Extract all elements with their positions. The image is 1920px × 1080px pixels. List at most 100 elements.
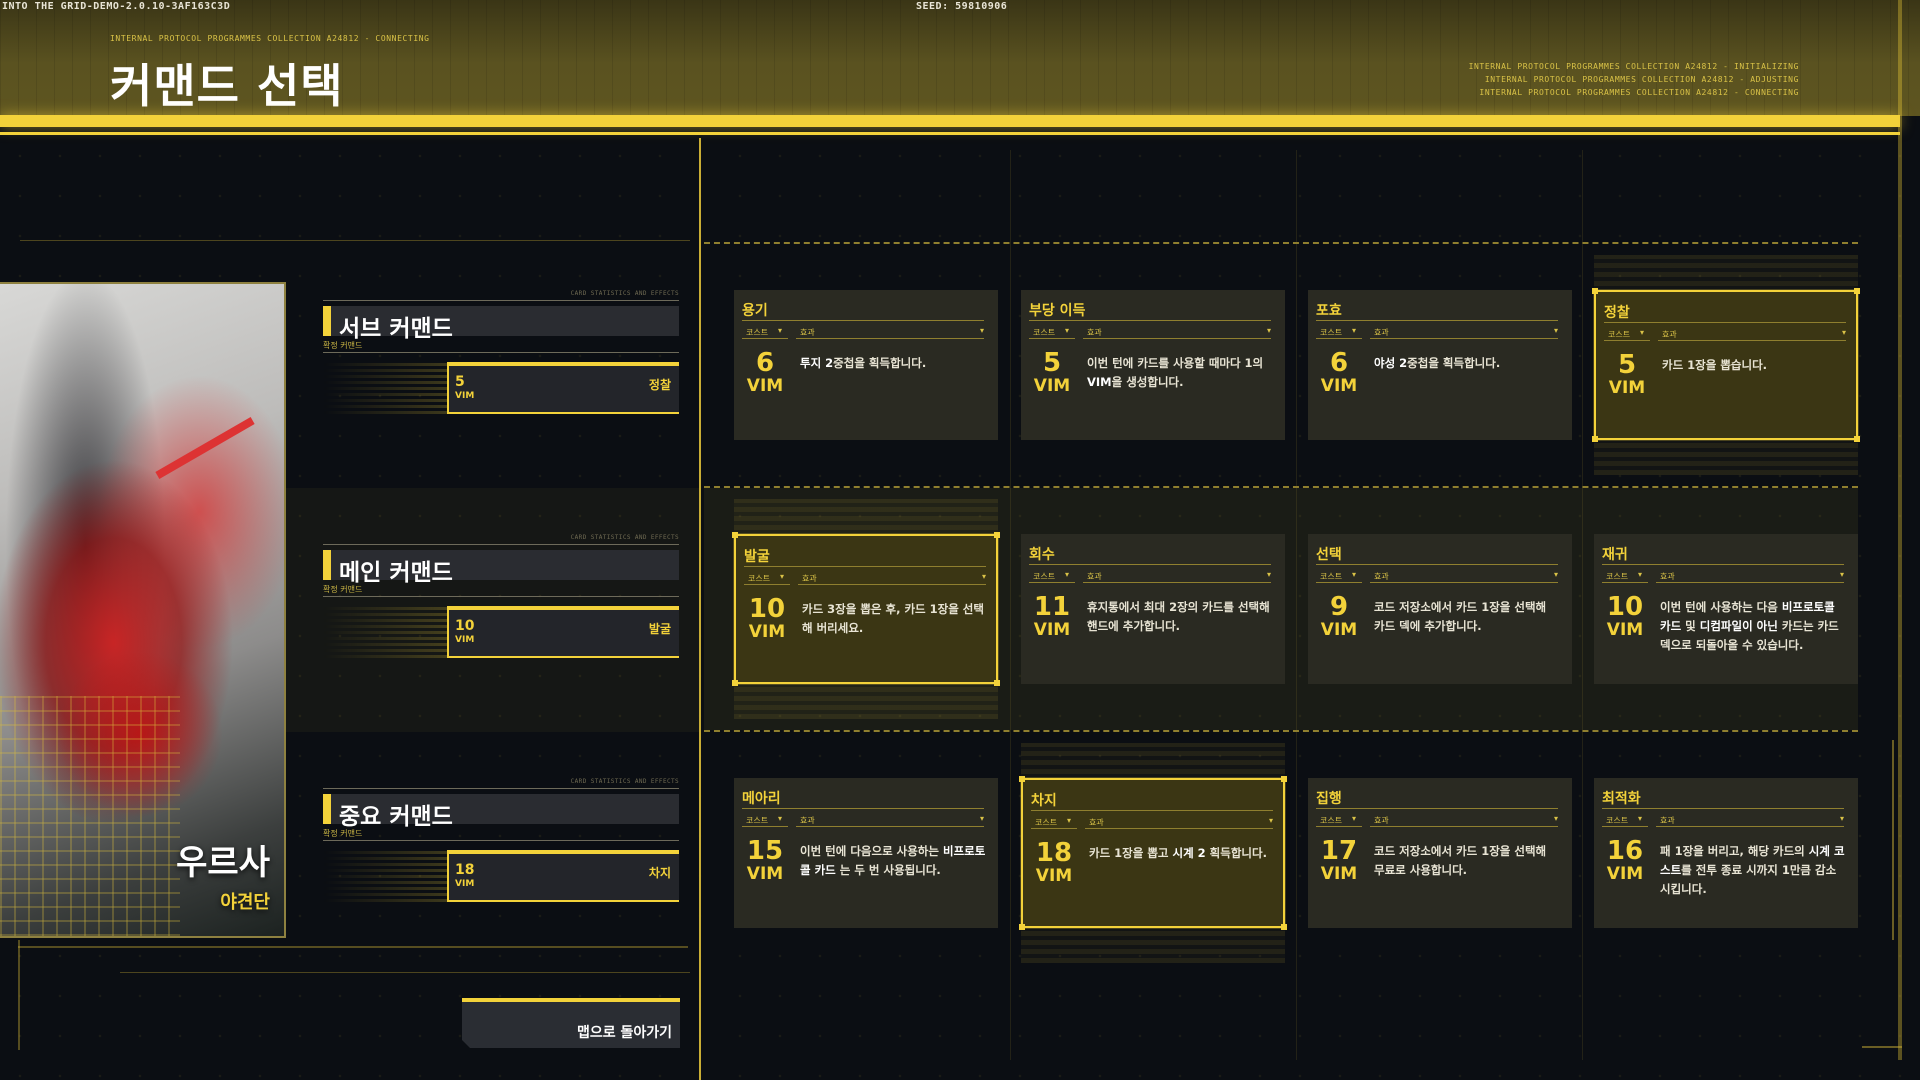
card-meta: 코스트 ▾ 효과 ▾ [1316,570,1558,584]
selection-corner [1019,776,1025,782]
card-title-line [744,566,986,567]
slot-glow [323,850,449,902]
command-card[interactable]: 집행 코스트 ▾ 효과 ▾ 17 VIM 코드 저장소에서 카드 1장을 선택해 무료로 사용… [1308,778,1572,928]
command-card[interactable]: 최적화 코스트 ▾ 효과 ▾ 16 VIM 패 1장을 버리고, 해당 카드의 시계 코스트를… [1594,778,1858,928]
guide-line [20,240,690,241]
chevron-down-icon: ▾ [1266,570,1271,579]
main-command-slot: CARD STATISTICS AND EFFECTS 메인 커맨드 확정 커맨… [323,534,679,674]
meta-line [742,338,788,339]
command-card[interactable]: 부당 이득 코스트 ▾ 효과 ▾ 5 VIM 이번 턴에 카드를 사용할 때마다 1의 VIM… [1021,290,1285,440]
command-card[interactable]: 메아리 코스트 ▾ 효과 ▾ 15 VIM 이번 턴에 다음으로 사용하는 비프로토콜 카드 … [734,778,998,928]
chosen-cost: 10 [455,618,475,634]
right-edge-line [1898,0,1902,1060]
card-title-line [1031,810,1273,811]
command-card[interactable]: 재귀 코스트 ▾ 효과 ▾ 10 VIM 이번 턴에 사용하는 다음 비프로토콜 카드 및 디… [1594,534,1858,684]
chevron-down-icon: ▾ [780,572,785,581]
character-name: 우르사 [176,843,270,883]
card-meta: 코스트 ▾ 효과 ▾ [742,326,984,340]
command-card[interactable]: 선택 코스트 ▾ 효과 ▾ 9 VIM 코드 저장소에서 카드 1장을 선택해 카드 덱에 추… [1308,534,1572,684]
card-description: 카드 1장을 뽑습니다. [1662,358,1768,372]
chosen-command[interactable]: 10 VIM 발굴 [447,606,679,658]
card-meta: 코스트 ▾ 효과 ▾ [1029,570,1271,584]
card-title-line [742,808,984,809]
card-cost: 9 [1329,592,1349,622]
cost-label: 코스트 [1033,328,1056,337]
card-title-line [1316,564,1558,565]
command-card[interactable]: 용기 코스트 ▾ 효과 ▾ 6 VIM 투지 2중첩을 획득합니다. [734,290,998,440]
meta-line [798,584,986,585]
chevron-down-icon: ▾ [981,572,986,581]
meta-line [1370,826,1558,827]
header-stripe-thin [0,132,1900,135]
effect-label: 효과 [1374,572,1389,581]
chevron-down-icon: ▾ [778,326,783,335]
card-cost: 10 [1606,592,1644,622]
cost-label: 코스트 [1320,328,1343,337]
card-description: 투지 2중첩을 획득합니다. [800,356,927,370]
selection-corner [732,532,738,538]
card-cost: 15 [746,836,784,866]
chevron-down-icon: ▾ [1553,570,1558,579]
chosen-cost: 18 [455,862,475,878]
card-title-line [1602,564,1844,565]
row-divider [704,730,1858,732]
slot-line [323,544,679,545]
meta-line [1602,582,1648,583]
card-title: 메아리 [742,791,781,807]
selection-corner [1854,288,1860,294]
back-to-map-label: 맵으로 돌아가기 [576,1025,672,1041]
portrait-pattern [0,696,180,936]
chosen-name: 발굴 [648,622,671,636]
card-title: 포효 [1316,303,1342,319]
command-card[interactable]: 차지 코스트 ▾ 효과 ▾ 18 VIM 카드 1장을 뽑고 시계 2 획득합니다. [1019,776,1287,930]
chevron-down-icon: ▾ [979,326,984,335]
card-cost: 5 [1617,350,1637,380]
chosen-unit: VIM [455,635,475,645]
cost-label: 코스트 [1033,572,1056,581]
back-to-map-button[interactable]: 맵으로 돌아가기 [462,998,680,1048]
row-divider [704,486,1858,488]
chosen-command[interactable]: 5 VIM 정찰 [447,362,679,414]
meta-line [1658,340,1846,341]
card-unit: VIM [1606,864,1644,884]
card-unit: VIM [1033,376,1071,396]
command-card[interactable]: 정찰 코스트 ▾ 효과 ▾ 5 VIM 카드 1장을 뽑습니다. [1592,288,1860,442]
selection-corner [994,532,1000,538]
meta-line [1370,582,1558,583]
card-cost: 18 [1035,838,1073,868]
chosen-command[interactable]: 18 VIM 차지 [447,850,679,902]
command-card[interactable]: 발굴 코스트 ▾ 효과 ▾ 10 VIM 카드 3장을 뽑은 후, 카드 1장을 선택해 버리… [732,532,1000,686]
card-unit: VIM [746,376,784,396]
cost-label: 코스트 [748,574,771,583]
effect-label: 효과 [800,816,815,825]
card-title: 부당 이득 [1029,303,1086,319]
chevron-down-icon: ▾ [778,814,783,823]
meta-line [1316,826,1362,827]
card-cost: 11 [1033,592,1071,622]
character-portrait: 우르사 야견단 [0,282,286,938]
column-line [1010,150,1011,1060]
effect-label: 효과 [802,574,817,583]
meta-line [1602,826,1648,827]
cost-label: 코스트 [746,816,769,825]
meta-line [742,826,788,827]
slot-title: 서브 커맨드 [339,316,453,342]
cost-label: 코스트 [1320,572,1343,581]
card-title-line [1602,808,1844,809]
status-line: INTERNAL PROTOCOL PROGRAMMES COLLECTION … [1479,88,1799,97]
card-meta: 코스트 ▾ 효과 ▾ [1602,814,1844,828]
chevron-down-icon: ▾ [1352,570,1357,579]
column-line [1582,150,1583,1060]
card-meta: 코스트 ▾ 효과 ▾ [742,814,984,828]
card-meta: 코스트 ▾ 효과 ▾ [1316,814,1558,828]
slot-caption: CARD STATISTICS AND EFFECTS [570,534,679,541]
cost-label: 코스트 [1608,330,1631,339]
selection-corner [994,680,1000,686]
card-title-line [1316,320,1558,321]
command-card[interactable]: 회수 코스트 ▾ 효과 ▾ 11 VIM 휴지통에서 최대 2장의 카드를 선택해 핸드에 추… [1021,534,1285,684]
slot-title: 중요 커맨드 [339,804,453,830]
card-title: 최적화 [1602,791,1641,807]
card-cost: 10 [748,594,786,624]
card-description: 코드 저장소에서 카드 1장을 선택해 카드 덱에 추가합니다. [1374,600,1547,633]
command-card[interactable]: 포효 코스트 ▾ 효과 ▾ 6 VIM 야성 2중첩을 획득합니다. [1308,290,1572,440]
